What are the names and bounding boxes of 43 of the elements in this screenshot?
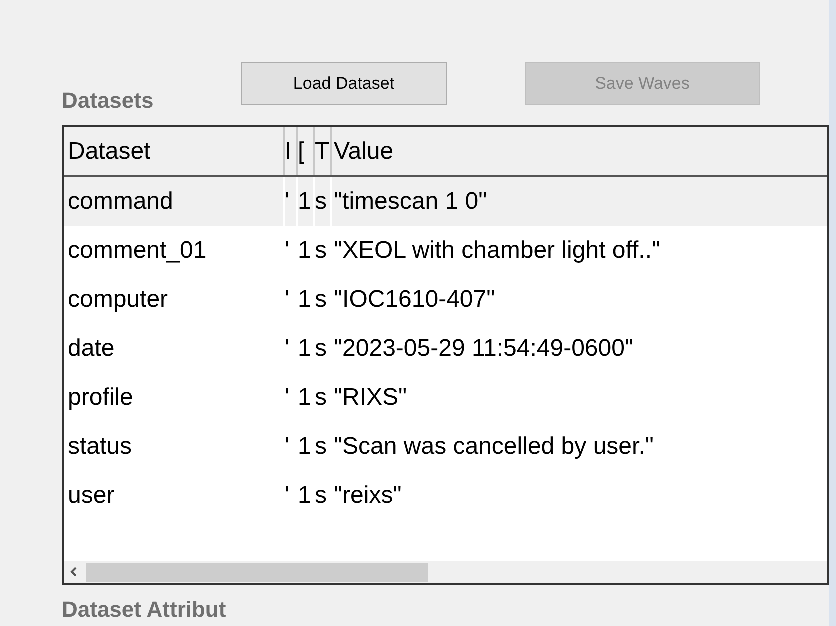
table-cell-text: profile <box>67 383 134 413</box>
table-cell-text: "reixs" <box>333 481 403 511</box>
table-cell-text: "timescan 1 0" <box>333 187 488 217</box>
table-cell-text: "Scan was cancelled by user." <box>333 432 655 462</box>
column-header[interactable]: I <box>285 127 298 175</box>
scrollbar-thumb[interactable] <box>86 562 428 582</box>
table-cell-text: "IOC1610-407" <box>333 285 496 315</box>
table-cell-text: s <box>315 236 328 266</box>
table-cell-text: "RIXS" <box>333 383 408 413</box>
table-cell-text: s <box>315 334 328 364</box>
table-cell-text: comment_01 <box>67 236 208 266</box>
table-cell-text: ' <box>285 481 291 511</box>
table-cell-text: 1 <box>298 334 312 364</box>
table-cell-text: 1 <box>298 236 312 266</box>
table-cell-text: 1 <box>298 432 312 462</box>
column-header[interactable]: Value <box>332 127 827 175</box>
table-cell-text: s <box>315 383 328 413</box>
table-cell-text: ' <box>285 432 291 462</box>
table-cell-text: "XEOL with chamber light off.." <box>333 236 662 266</box>
table-cell-text: ' <box>285 285 291 315</box>
scroll-left-icon[interactable] <box>69 567 79 577</box>
load-button[interactable]: Load Dataset <box>241 62 447 105</box>
table-cell-text: date <box>67 334 116 364</box>
table-cell-text: status <box>67 432 134 462</box>
table-cell-text: ' <box>285 334 291 364</box>
table-cell-text: s <box>315 285 328 315</box>
column-header[interactable]: T <box>315 127 332 175</box>
column-header[interactable]: [ <box>298 127 315 175</box>
table-cell-text: ' <box>285 236 291 266</box>
section-title: Datasets <box>62 87 155 115</box>
table-cell-text: user <box>67 481 116 511</box>
table-cell-text: ' <box>285 383 291 413</box>
table-cell-text: "2023-05-29 11:54:49-0600" <box>333 334 634 364</box>
table-cell-text: 1 <box>298 285 312 315</box>
column-header[interactable]: Dataset <box>64 127 285 175</box>
table-cell-text: computer <box>67 285 170 315</box>
table-cell-text: s <box>315 481 328 511</box>
section-title: Dataset Attribut <box>62 597 226 623</box>
table-cell-text: 1 <box>298 481 312 511</box>
table-row[interactable]: command ' 1 s "timescan 1 0" <box>64 177 827 226</box>
horizontal-scrollbar[interactable] <box>64 561 827 583</box>
table-cell-text: 1 <box>298 383 312 413</box>
table-cell-text: s <box>315 432 328 462</box>
